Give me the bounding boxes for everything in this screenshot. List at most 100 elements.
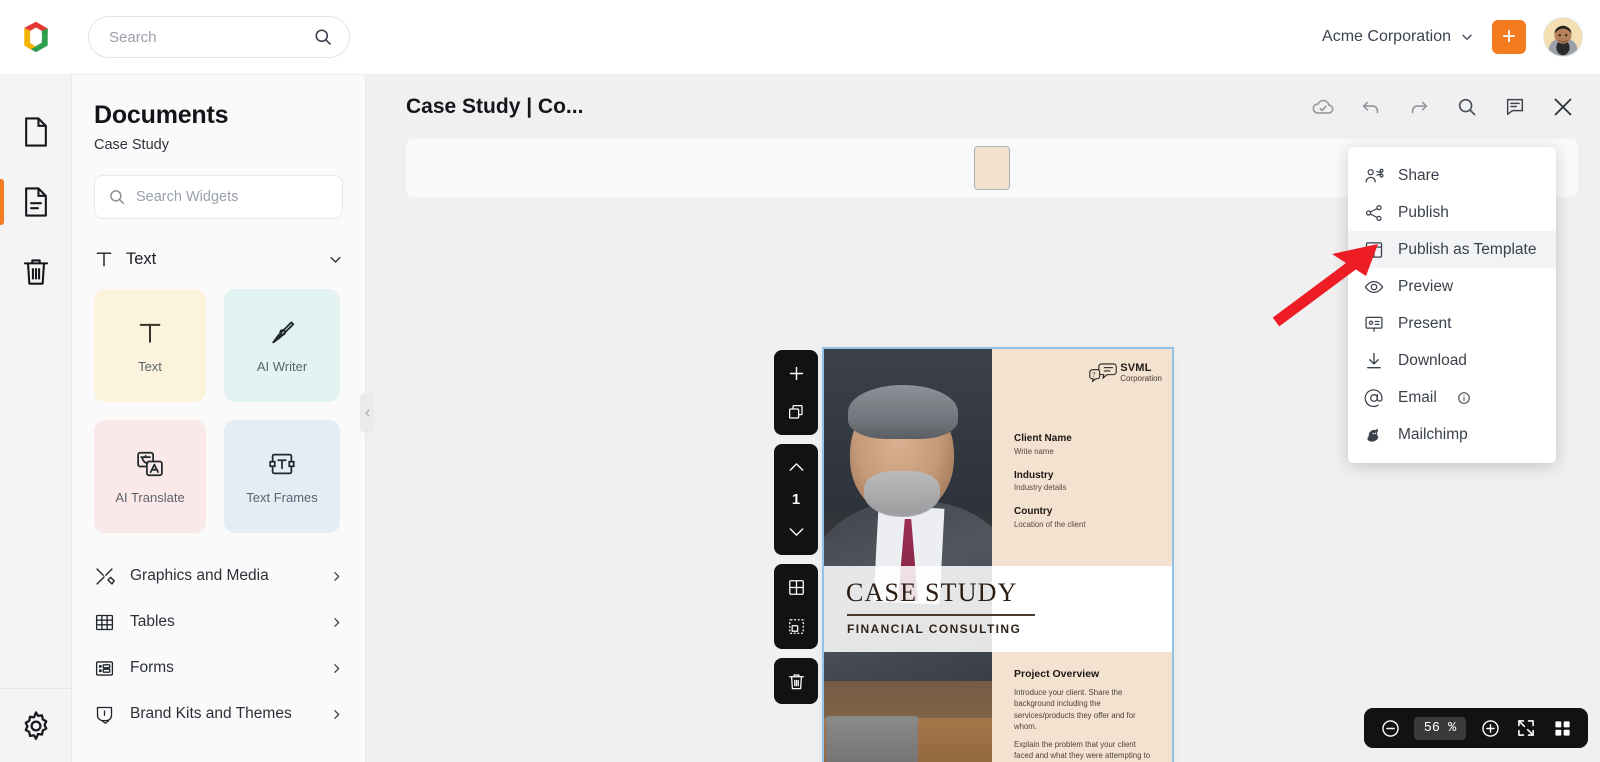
presentation-icon	[1365, 316, 1383, 332]
chevron-left-icon	[365, 409, 369, 417]
widgets-panel: Documents Case Study Text Text	[72, 75, 366, 762]
redo-arrow-icon	[1411, 101, 1428, 114]
grid-layout-icon	[788, 579, 804, 595]
chevron-down-icon	[1462, 34, 1472, 40]
canvas-tool-group-add	[774, 350, 818, 435]
widget-search[interactable]	[94, 175, 343, 219]
page-main-title: CASE STUDY	[846, 578, 1018, 607]
grid-layout-button[interactable]	[781, 572, 811, 602]
menu-item-present[interactable]: Present	[1348, 305, 1556, 342]
menu-item-publish-as-template[interactable]: Publish as Template	[1348, 231, 1556, 268]
grid-four-icon	[1554, 720, 1570, 736]
comments-button[interactable]	[1500, 92, 1530, 122]
create-new-button[interactable]: +	[1492, 20, 1526, 54]
zoom-out-button[interactable]	[1378, 716, 1402, 740]
email-info-icon[interactable]	[1457, 391, 1471, 405]
plus-icon	[789, 366, 803, 380]
page-up-button[interactable]	[781, 452, 811, 482]
category-label: Forms	[130, 659, 174, 676]
document-toolbar	[1308, 92, 1578, 122]
at-sign-icon	[1364, 388, 1383, 407]
close-button[interactable]	[1548, 92, 1578, 122]
search-icon	[1458, 98, 1476, 116]
widget-tile-ai-writer[interactable]: AI Writer	[224, 289, 340, 402]
menu-item-publish[interactable]: Publish	[1348, 194, 1556, 231]
duplicate-page-button[interactable]	[781, 397, 811, 427]
page-field: Industry Industry details	[1014, 470, 1086, 493]
top-bar: Acme Corporation +	[0, 0, 1600, 75]
chevron-right-icon	[334, 663, 340, 673]
global-search[interactable]	[88, 16, 350, 58]
canvas-tool-group-delete	[774, 658, 818, 704]
overview-paragraph: Introduce your client. Share the backgro…	[1014, 688, 1136, 731]
menu-item-download[interactable]: Download	[1348, 342, 1556, 379]
widget-search-input[interactable]	[136, 189, 329, 205]
add-page-button[interactable]	[781, 358, 811, 388]
document-page[interactable]: ? SVML Corporation Client Name Write nam…	[822, 347, 1174, 762]
category-label: Graphics and Media	[130, 567, 269, 584]
page-field: Country Location of the client	[1014, 506, 1086, 529]
field-key: Country	[1014, 506, 1053, 517]
category-graphics-and-media[interactable]: Graphics and Media	[94, 553, 343, 599]
menu-item-label: Email	[1398, 388, 1437, 406]
widget-section-text[interactable]: Text	[94, 243, 343, 275]
sidebar-item-settings[interactable]	[0, 688, 72, 762]
logo-container[interactable]	[0, 19, 72, 55]
category-label: Brand Kits and Themes	[130, 705, 292, 722]
left-rail	[0, 75, 72, 762]
grid-view-button[interactable]	[1550, 716, 1574, 740]
zoom-level-value[interactable]: 56 %	[1414, 716, 1466, 740]
sidebar-item-blank-page[interactable]	[0, 97, 72, 167]
menu-item-label: Publish	[1398, 203, 1449, 221]
expand-arrows-icon	[1518, 720, 1534, 736]
menu-item-preview[interactable]: Preview	[1348, 268, 1556, 305]
canvas-tool-group-layout	[774, 564, 818, 649]
document-title[interactable]: Case Study | Co...	[406, 95, 583, 119]
menu-item-email[interactable]: Email	[1348, 379, 1556, 416]
translate-icon	[137, 451, 163, 476]
page-title: Documents	[94, 101, 229, 129]
widget-tiles: Text AI Writer AI Translate Text Frames	[94, 289, 343, 533]
zoom-in-button[interactable]	[1478, 716, 1502, 740]
undo-button[interactable]	[1356, 92, 1386, 122]
chevron-down-icon[interactable]	[328, 252, 343, 267]
page-thumbnail-1[interactable]	[974, 146, 1010, 190]
widget-tile-text[interactable]: Text	[94, 289, 206, 402]
menu-item-mailchimp[interactable]: Mailchimp	[1348, 416, 1556, 453]
chevron-down-icon	[789, 528, 803, 536]
redo-button[interactable]	[1404, 92, 1434, 122]
chevron-right-icon	[334, 571, 340, 581]
table-grid-icon	[95, 614, 114, 630]
overview-paragraph: Explain the problem that your client fac…	[1014, 740, 1151, 761]
global-search-input[interactable]	[109, 28, 313, 46]
category-brand-kits-and-themes[interactable]: Brand Kits and Themes	[94, 691, 343, 737]
comment-icon	[1506, 98, 1524, 116]
tile-label: AI Writer	[256, 358, 308, 374]
tile-label: AI Translate	[115, 489, 185, 505]
org-switcher[interactable]: Acme Corporation	[1322, 28, 1474, 46]
brand-suffix: Corporation	[1120, 374, 1162, 383]
canvas-side-toolbar: 1	[774, 350, 818, 704]
collapse-panel-handle[interactable]	[360, 393, 374, 433]
category-forms[interactable]: Forms	[94, 645, 343, 691]
menu-item-share[interactable]: Share	[1348, 157, 1556, 194]
svg-text:?: ?	[1092, 370, 1095, 379]
cloud-saved-button[interactable]	[1308, 92, 1338, 122]
marquee-select-button[interactable]	[781, 611, 811, 641]
widget-tile-ai-translate[interactable]: AI Translate	[94, 420, 206, 533]
document-actions-menu: Share Publish Publish as Template Previe…	[1348, 147, 1556, 463]
minus-circle-icon	[1381, 719, 1399, 737]
fit-to-screen-button[interactable]	[1514, 716, 1538, 740]
section-label: Text	[126, 249, 157, 268]
delete-page-button[interactable]	[781, 666, 811, 696]
field-value: Location of the client	[1014, 519, 1086, 529]
widget-tile-text-frames[interactable]: Text Frames	[224, 420, 340, 533]
plus-icon: +	[1501, 23, 1516, 50]
sidebar-item-documents[interactable]	[0, 167, 72, 237]
page-down-button[interactable]	[781, 517, 811, 547]
sidebar-item-trash[interactable]	[0, 237, 72, 307]
user-avatar[interactable]	[1544, 18, 1582, 56]
category-tables[interactable]: Tables	[94, 599, 343, 645]
document-search-button[interactable]	[1452, 92, 1482, 122]
field-key: Client Name	[1014, 433, 1072, 444]
